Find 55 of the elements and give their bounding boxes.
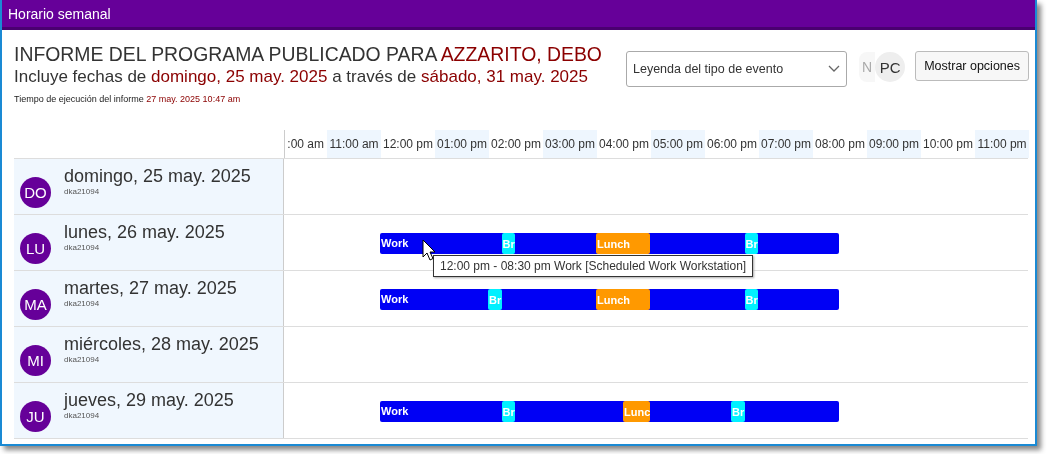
work-event[interactable]: Work Br Lunch Br <box>380 233 839 254</box>
legend-dropdown[interactable]: Leyenda del tipo de evento <box>626 51 848 87</box>
cursor-icon <box>422 239 436 261</box>
show-options-button[interactable]: Mostrar opciones <box>915 51 1029 81</box>
window-title: Horario semanal <box>8 5 111 22</box>
chevron-icon <box>828 65 841 73</box>
break-event[interactable]: Br <box>488 289 502 310</box>
report-title: INFORME DEL PROGRAMA PUBLICADO PARA AZZARITO, DEBO <box>14 42 603 66</box>
event-label: Work <box>381 237 409 249</box>
day-avatar: DO <box>20 177 51 208</box>
employee-code: dka21094 <box>64 411 101 420</box>
hour-label: :00 am <box>286 136 325 153</box>
day-date: martes, 27 may. 2025 <box>64 278 237 299</box>
break-event[interactable]: Br <box>501 401 515 422</box>
employee-code: dka21094 <box>64 299 101 308</box>
run-time: Tiempo de ejecución del informe 27 may. 2025 10:47 am <box>14 94 242 104</box>
break-event[interactable]: Br <box>744 233 758 254</box>
day-avatar: JU <box>20 401 51 432</box>
hour-label: 08:00 pm <box>813 136 866 153</box>
day-avatar: LU <box>20 233 51 264</box>
break-event[interactable]: Br <box>731 401 745 422</box>
break-event[interactable]: Br <box>744 289 758 310</box>
event-label: Work <box>381 405 409 417</box>
lunch-event[interactable]: Lunch <box>596 233 650 254</box>
employee-code: dka21094 <box>64 355 101 364</box>
user-avatar[interactable]: N <box>859 52 876 82</box>
hour-label: 11:00 am <box>327 130 381 158</box>
day-date: domingo, 25 may. 2025 <box>64 166 251 187</box>
employee-code: dka21094 <box>64 243 101 252</box>
hour-label: 05:00 pm <box>651 130 705 158</box>
hour-label: 11:00 pm <box>975 130 1029 158</box>
day-avatar: MA <box>20 289 51 320</box>
hour-label: 02:00 pm <box>489 136 542 153</box>
tooltip: 12:00 pm - 08:30 pm Work [Scheduled Work Workstation] <box>433 255 754 277</box>
date-range: Incluye fechas de domingo, 25 may. 2025 a través de sábado, 31 may. 2025 <box>14 66 589 88</box>
day-date: miércoles, 28 may. 2025 <box>64 334 259 355</box>
work-event[interactable]: Work Br Lunc Br <box>380 401 839 422</box>
user-avatar[interactable]: PC <box>875 52 906 82</box>
break-event[interactable]: Br <box>501 233 515 254</box>
hour-label: 04:00 pm <box>597 136 650 153</box>
event-label: Work <box>381 293 409 305</box>
hour-label: 10:00 pm <box>921 136 974 153</box>
hour-label: 06:00 pm <box>705 136 758 153</box>
work-event[interactable]: Work Br Lunch Br <box>380 289 839 310</box>
hour-label: 09:00 pm <box>867 130 921 158</box>
hour-label: 07:00 pm <box>759 130 813 158</box>
lunch-event[interactable]: Lunc <box>623 401 650 422</box>
hour-label: 03:00 pm <box>543 130 597 158</box>
day-avatar: MI <box>20 345 51 376</box>
day-date: lunes, 26 may. 2025 <box>64 222 225 243</box>
day-date: jueves, 29 may. 2025 <box>64 390 234 411</box>
lunch-event[interactable]: Lunch <box>596 289 650 310</box>
employee-code: dka21094 <box>64 187 101 196</box>
hour-label: 01:00 pm <box>435 130 489 158</box>
hour-label: 12:00 pm <box>381 136 434 153</box>
